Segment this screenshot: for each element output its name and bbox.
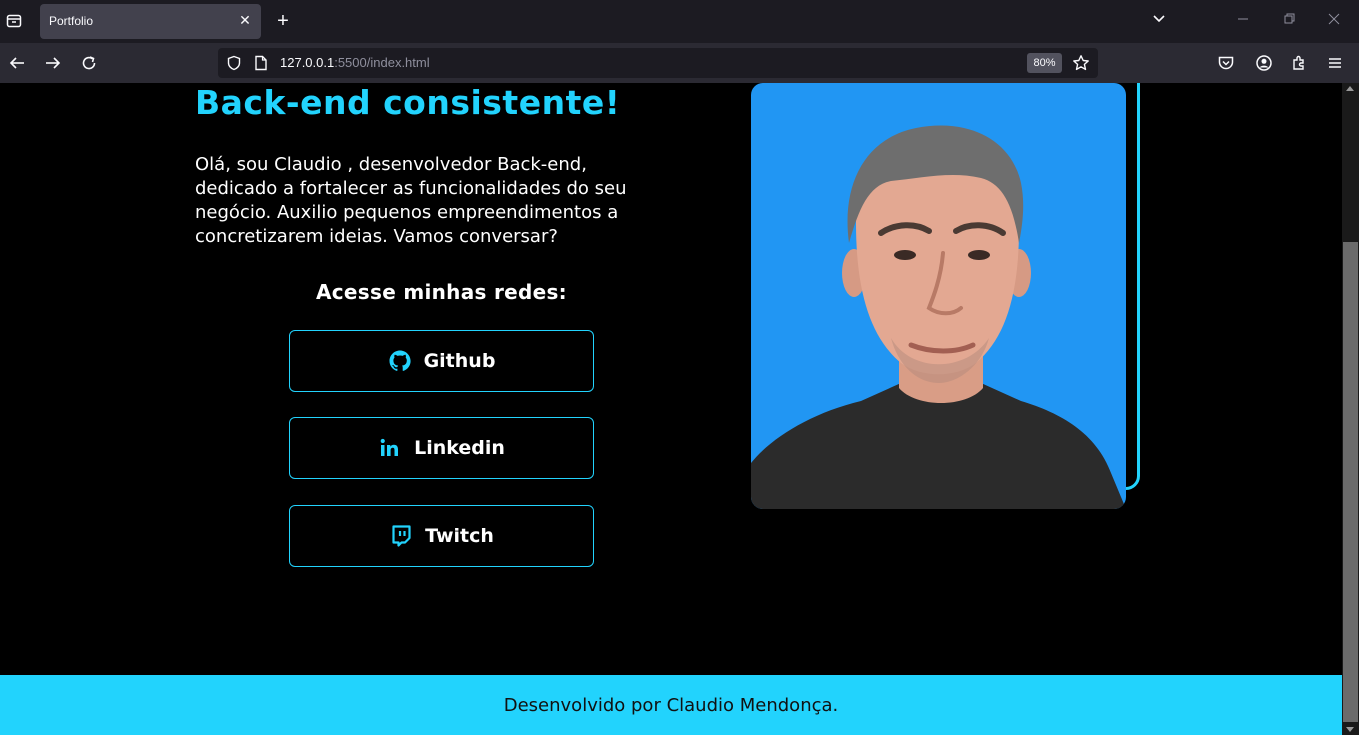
- page-footer: Desenvolvido por Claudio Mendonça.: [0, 675, 1342, 735]
- github-button[interactable]: Github: [289, 330, 594, 392]
- zoom-level-button[interactable]: 80%: [1027, 53, 1062, 73]
- bookmark-star-icon[interactable]: [1072, 54, 1090, 72]
- linkedin-icon: [378, 436, 402, 460]
- twitch-button[interactable]: Twitch: [289, 505, 594, 567]
- scrollbar-thumb[interactable]: [1343, 242, 1358, 722]
- scroll-down-arrow-icon[interactable]: [1346, 727, 1354, 732]
- browser-tab[interactable]: Portfolio ✕: [40, 4, 261, 39]
- browser-navbar: 127.0.0.1:5500/index.html 80%: [0, 43, 1359, 83]
- url-path: :5500/index.html: [334, 55, 430, 70]
- reload-icon[interactable]: [79, 53, 99, 73]
- twitch-icon: [389, 524, 413, 548]
- github-icon: [388, 349, 412, 373]
- account-icon[interactable]: [1254, 53, 1274, 73]
- profile-photo: [751, 83, 1126, 509]
- browser-tabbar: Portfolio ✕ +: [0, 0, 1359, 43]
- scroll-up-arrow-icon[interactable]: [1346, 86, 1354, 91]
- tab-close-icon[interactable]: ✕: [236, 12, 254, 30]
- github-label: Github: [423, 350, 496, 372]
- pocket-icon[interactable]: [1216, 53, 1236, 73]
- back-arrow-icon[interactable]: [7, 53, 27, 73]
- linkedin-label: Linkedin: [414, 437, 505, 459]
- menu-icon[interactable]: [1325, 53, 1345, 73]
- tab-title: Portfolio: [49, 14, 94, 28]
- hero-title: Back-end consistente!: [195, 83, 621, 122]
- firefox-view-icon[interactable]: [3, 9, 25, 33]
- networks-title: Acesse minhas redes:: [316, 280, 567, 304]
- extensions-icon[interactable]: [1289, 53, 1309, 73]
- page-scrollbar[interactable]: [1342, 83, 1359, 735]
- restore-icon[interactable]: [1282, 11, 1298, 31]
- hero-description: Olá, sou Claudio , desenvolvedor Back-en…: [195, 154, 627, 247]
- url-host: 127.0.0.1: [280, 55, 335, 70]
- twitch-label: Twitch: [425, 525, 494, 547]
- url-text[interactable]: 127.0.0.1:5500/index.html: [280, 55, 430, 70]
- forward-arrow-icon[interactable]: [43, 53, 63, 73]
- linkedin-button[interactable]: Linkedin: [289, 417, 594, 479]
- footer-text: Desenvolvido por Claudio Mendonça.: [503, 694, 839, 716]
- page-icon[interactable]: [254, 55, 268, 71]
- new-tab-button[interactable]: +: [273, 10, 293, 32]
- page-viewport: Back-end consistente! Olá, sou Claudio ,…: [0, 83, 1342, 735]
- address-bar[interactable]: 127.0.0.1:5500/index.html 80%: [218, 48, 1098, 78]
- minimize-icon[interactable]: [1236, 11, 1252, 31]
- chevron-down-icon[interactable]: [1151, 11, 1171, 31]
- window-close-icon[interactable]: [1327, 11, 1343, 31]
- shield-icon[interactable]: [226, 55, 242, 71]
